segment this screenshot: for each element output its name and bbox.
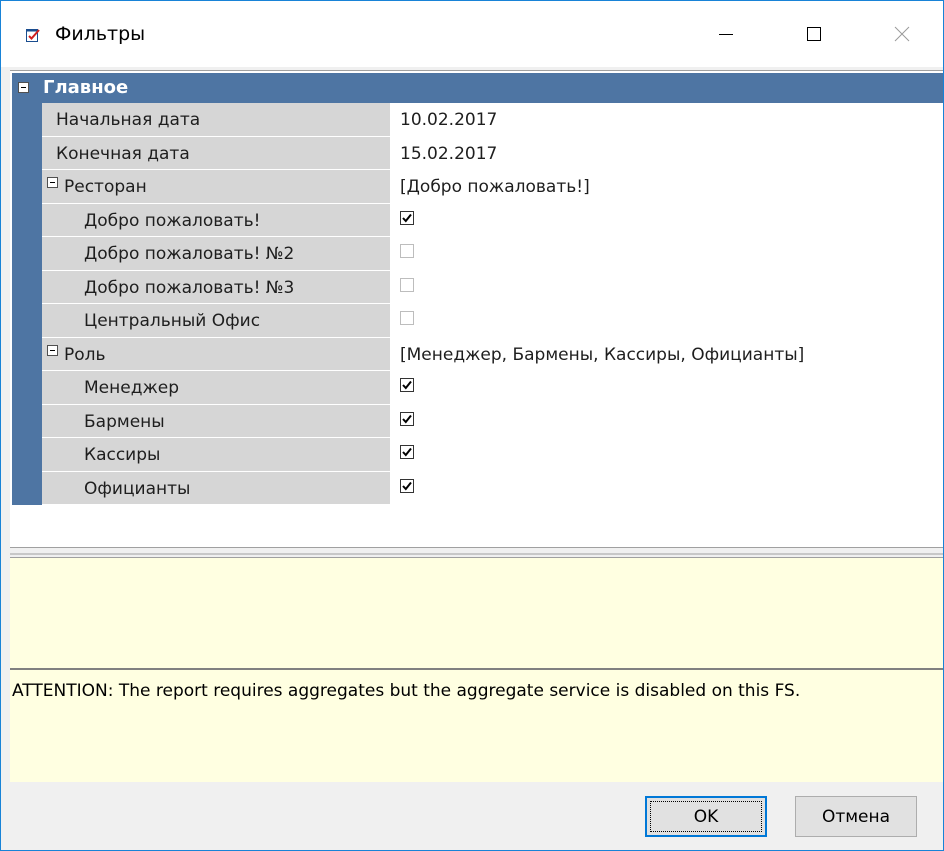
property-name: Конечная дата: [56, 143, 190, 164]
attention-message: ATTENTION: The report requires aggregate…: [12, 681, 801, 701]
property-row-cashiers[interactable]: Кассиры: [42, 438, 943, 472]
property-value: [Менеджер, Бармены, Кассиры, Официанты]: [400, 344, 805, 365]
collapse-icon[interactable]: [47, 177, 58, 188]
restaurant-3-checkbox[interactable]: [400, 277, 414, 292]
central-office-checkbox[interactable]: [400, 311, 414, 325]
minimize-icon: [719, 34, 733, 35]
cancel-button[interactable]: Отмена: [795, 796, 917, 837]
close-icon: [894, 26, 910, 42]
property-grid: Главное Начальная дата 10.02.2017 Конечн…: [10, 70, 943, 548]
waiters-checkbox[interactable]: [400, 478, 414, 493]
restaurant-1-checkbox[interactable]: [400, 210, 414, 225]
property-row-restaurant-1[interactable]: Добро пожаловать!: [42, 203, 943, 237]
property-rows: Начальная дата 10.02.2017 Конечная дата …: [42, 103, 943, 505]
focus-rect: [650, 801, 762, 832]
collapse-icon[interactable]: [47, 344, 58, 356]
property-row-bartenders[interactable]: Бармены: [42, 404, 943, 438]
end-date-field[interactable]: 15.02.2017: [392, 136, 943, 169]
property-value: [Добро пожаловать!]: [400, 177, 590, 197]
property-value: 10.02.2017: [400, 110, 498, 130]
property-name: Добро пожаловать!: [84, 210, 261, 231]
property-row-end-date[interactable]: Конечная дата 15.02.2017: [42, 136, 943, 170]
property-row-restaurant[interactable]: Ресторан [Добро пожаловать!]: [42, 170, 943, 204]
cashiers-checkbox[interactable]: [400, 445, 414, 459]
restaurant-2-checkbox[interactable]: [400, 244, 414, 258]
role-summary[interactable]: [Менеджер, Бармены, Кассиры, Официанты]: [392, 337, 943, 370]
ok-button[interactable]: OK: [645, 796, 767, 837]
property-name: Официанты: [84, 478, 191, 499]
property-row-restaurant-2[interactable]: Добро пожаловать! №2: [42, 237, 943, 271]
manager-checkbox[interactable]: [400, 378, 414, 392]
description-panel: [10, 557, 943, 668]
grid-gutter: [12, 103, 42, 505]
filter-form-icon: [25, 27, 41, 43]
property-name: Кассиры: [84, 445, 161, 465]
category-header-main[interactable]: Главное: [12, 73, 943, 103]
property-value: 15.02.2017: [400, 143, 498, 164]
title-bar: Фильтры: [1, 1, 943, 67]
property-row-restaurant-3[interactable]: Добро пожаловать! №3: [42, 270, 943, 304]
property-name: Центральный Офис: [84, 311, 261, 331]
minimize-button[interactable]: [683, 1, 769, 67]
property-row-start-date[interactable]: Начальная дата 10.02.2017: [42, 103, 943, 137]
property-row-waiters[interactable]: Официанты: [42, 471, 943, 505]
maximize-icon: [807, 27, 821, 41]
cancel-label: Отмена: [821, 806, 891, 827]
window-title: Фильтры: [55, 23, 146, 45]
message-panel: ATTENTION: The report requires aggregate…: [10, 668, 943, 782]
category-label: Главное: [43, 77, 129, 98]
collapse-icon[interactable]: [18, 82, 29, 93]
property-name: Ресторан: [64, 177, 147, 197]
start-date-field[interactable]: 10.02.2017: [392, 103, 943, 136]
property-name: Роль: [64, 344, 106, 365]
property-name: Добро пожаловать! №2: [84, 244, 295, 264]
property-name: Добро пожаловать! №3: [84, 277, 295, 298]
maximize-button[interactable]: [771, 1, 857, 67]
property-name: Бармены: [84, 411, 165, 432]
restaurant-summary[interactable]: [Добро пожаловать!]: [392, 170, 943, 203]
property-name: Начальная дата: [56, 110, 201, 130]
property-row-role[interactable]: Роль [Менеджер, Бармены, Кассиры, Официа…: [42, 337, 943, 371]
property-row-manager[interactable]: Менеджер: [42, 371, 943, 405]
bartenders-checkbox[interactable]: [400, 411, 414, 426]
property-row-central-office[interactable]: Центральный Офис: [42, 304, 943, 338]
property-name: Менеджер: [84, 378, 180, 398]
close-button[interactable]: [859, 1, 944, 67]
filters-dialog: Фильтры Главное Начальная дата 10.02.201…: [0, 0, 944, 851]
splitter[interactable]: [10, 553, 943, 555]
